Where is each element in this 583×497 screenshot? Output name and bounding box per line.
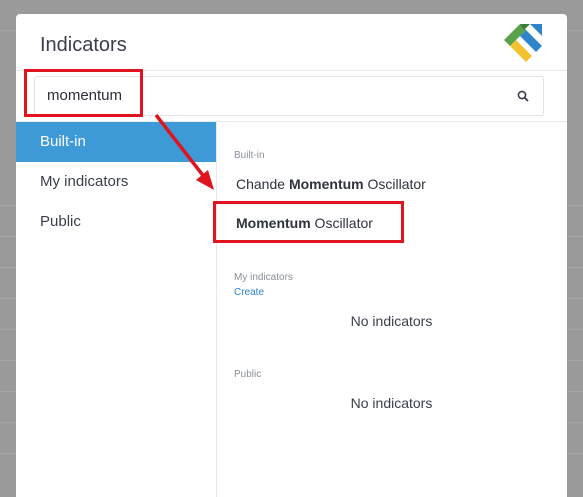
search-highlight-box	[24, 69, 143, 117]
sidebar-item-my-indicators[interactable]: My indicators	[16, 162, 216, 202]
create-indicator-link[interactable]: Create	[234, 287, 264, 298]
indicator-name-match: Momentum	[288, 176, 364, 192]
section-label-my-indicators: My indicators	[234, 272, 293, 283]
indicator-chande-momentum-oscillator[interactable]: Chande Momentum Oscillator	[236, 176, 426, 192]
indicator-name-suffix: Oscillator	[363, 176, 426, 192]
sidebar-item-built-in[interactable]: Built-in	[16, 122, 216, 162]
sidebar-item-public[interactable]: Public	[16, 202, 216, 242]
public-empty-text: No indicators	[350, 395, 433, 411]
search-icon[interactable]	[517, 90, 529, 102]
my-indicators-empty-text: No indicators	[350, 313, 433, 329]
section-label-public: Public	[234, 369, 262, 380]
dialog-title: Indicators	[40, 34, 127, 56]
result-highlight-box	[213, 201, 404, 243]
indicator-name-prefix: Chande	[236, 176, 289, 192]
brand-logo-icon	[504, 24, 542, 62]
section-label-built-in: Built-in	[234, 150, 265, 161]
indicator-list: Built-in Chande Momentum Oscillator Mome…	[216, 122, 567, 497]
category-sidebar: Built-in My indicators Public	[16, 122, 217, 497]
